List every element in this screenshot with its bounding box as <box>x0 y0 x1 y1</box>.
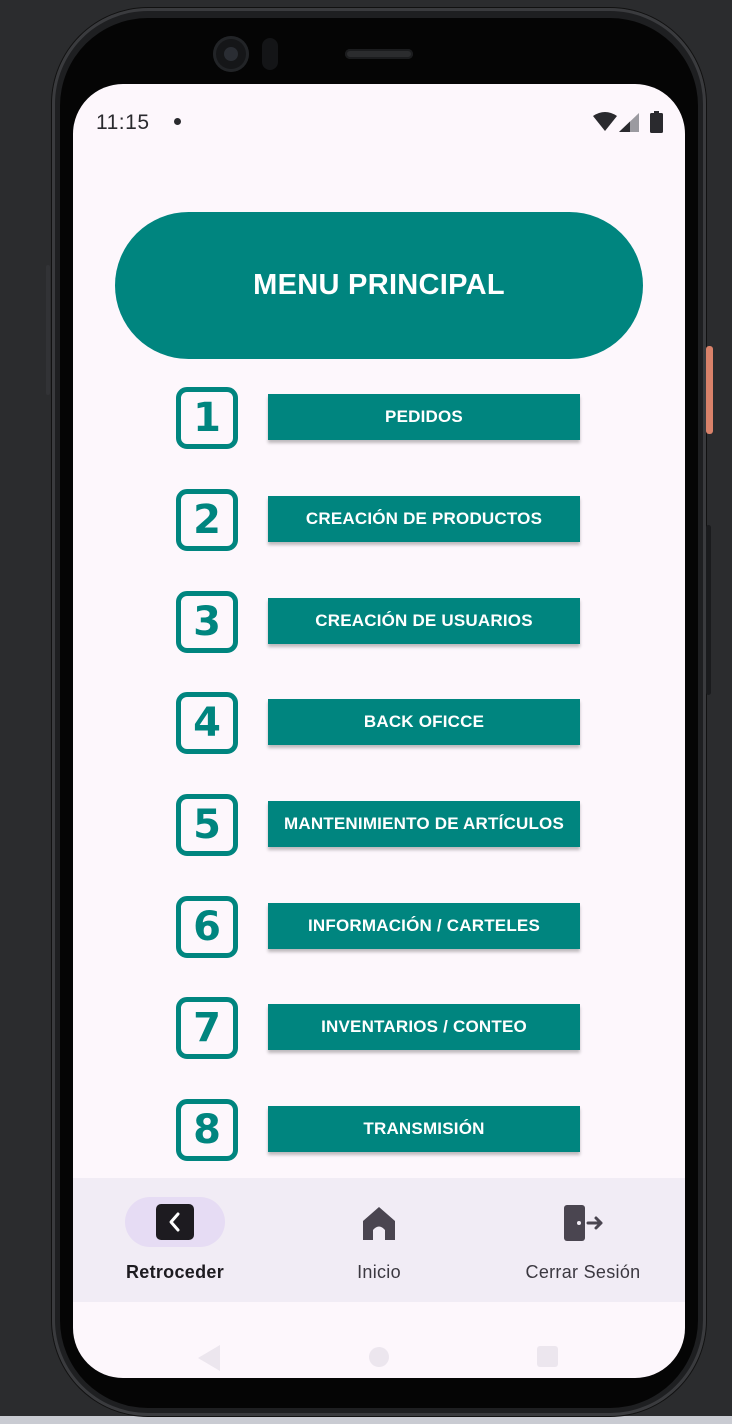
number-2-icon: 2 <box>176 489 238 551</box>
menu-item: 4 BACK OFICCE <box>73 692 685 758</box>
creacion-productos-button[interactable]: CREACIÓN DE PRODUCTOS <box>268 496 580 542</box>
menu-item-number: 8 <box>193 1107 221 1153</box>
desktop-bottom-strip <box>0 1416 732 1424</box>
page-title: MENU PRINCIPAL <box>253 269 505 301</box>
mantenimiento-articulos-button[interactable]: MANTENIMIENTO DE ARTÍCULOS <box>268 801 580 847</box>
number-8-icon: 8 <box>176 1099 238 1161</box>
system-back-icon[interactable] <box>198 1345 220 1371</box>
nav-item-retroceder[interactable]: Retroceder <box>73 1178 277 1302</box>
status-time: 11:15 <box>96 111 150 134</box>
bottom-navigation-bar: Retroceder Inicio Cerrar Sesión <box>73 1178 685 1302</box>
system-home-icon[interactable] <box>369 1347 389 1367</box>
system-recents-icon[interactable] <box>537 1346 558 1367</box>
menu-item-number: 4 <box>193 700 221 746</box>
informacion-carteles-button[interactable]: INFORMACIÓN / CARTELES <box>268 903 580 949</box>
menu-item: 8 TRANSMISIÓN <box>73 1099 685 1165</box>
menu-item: 5 MANTENIMIENTO DE ARTÍCULOS <box>73 794 685 860</box>
status-bar: 11:15 <box>73 84 685 164</box>
home-icon <box>363 1207 395 1240</box>
creacion-usuarios-button[interactable]: CREACIÓN DE USUARIOS <box>268 598 580 644</box>
menu-item-number: 5 <box>193 802 221 848</box>
pedidos-button[interactable]: PEDIDOS <box>268 394 580 440</box>
menu-item: 3 CREACIÓN DE USUARIOS <box>73 591 685 657</box>
signal-icon <box>619 113 639 132</box>
notification-dot-icon <box>174 118 181 125</box>
system-navigation-bar <box>73 1302 685 1378</box>
camera-lens <box>224 47 238 61</box>
nav-item-inicio[interactable]: Inicio <box>277 1178 481 1302</box>
menu-item-number: 7 <box>193 1005 221 1051</box>
number-5-icon: 5 <box>176 794 238 856</box>
menu-item: 7 INVENTARIOS / CONTEO <box>73 997 685 1063</box>
phone-screen: 11:15 MENU PRINCIPAL 1 PEDIDOS 2 CREACIÓ… <box>73 84 685 1378</box>
nav-item-cerrar-sesion[interactable]: Cerrar Sesión <box>481 1178 685 1302</box>
phone-side-button-left <box>46 265 50 395</box>
nav-label: Retroceder <box>125 1262 225 1282</box>
menu-item-number: 3 <box>193 599 221 645</box>
nav-label: Inicio <box>357 1262 401 1282</box>
menu-title-banner: MENU PRINCIPAL <box>115 212 643 359</box>
back-office-button[interactable]: BACK OFICCE <box>268 699 580 745</box>
number-1-icon: 1 <box>176 387 238 449</box>
menu-item-number: 6 <box>193 904 221 950</box>
menu-item: 2 CREACIÓN DE PRODUCTOS <box>73 489 685 555</box>
number-7-icon: 7 <box>176 997 238 1059</box>
proximity-sensor <box>262 38 278 70</box>
back-chevron-icon <box>156 1204 194 1240</box>
menu-item: 6 INFORMACIÓN / CARTELES <box>73 896 685 962</box>
transmision-button[interactable]: TRANSMISIÓN <box>268 1106 580 1152</box>
menu-item-number: 2 <box>193 497 221 543</box>
number-3-icon: 3 <box>176 591 238 653</box>
nav-label: Cerrar Sesión <box>525 1262 641 1282</box>
power-button[interactable] <box>706 346 713 434</box>
volume-button[interactable] <box>706 525 711 695</box>
number-4-icon: 4 <box>176 692 238 754</box>
menu-item: 1 PEDIDOS <box>73 387 685 453</box>
number-6-icon: 6 <box>176 896 238 958</box>
menu-item-number: 1 <box>193 395 221 441</box>
wifi-icon <box>593 112 617 131</box>
logout-door-icon <box>564 1205 603 1241</box>
battery-icon <box>650 111 663 133</box>
earpiece-speaker <box>345 49 413 59</box>
inventarios-conteo-button[interactable]: INVENTARIOS / CONTEO <box>268 1004 580 1050</box>
